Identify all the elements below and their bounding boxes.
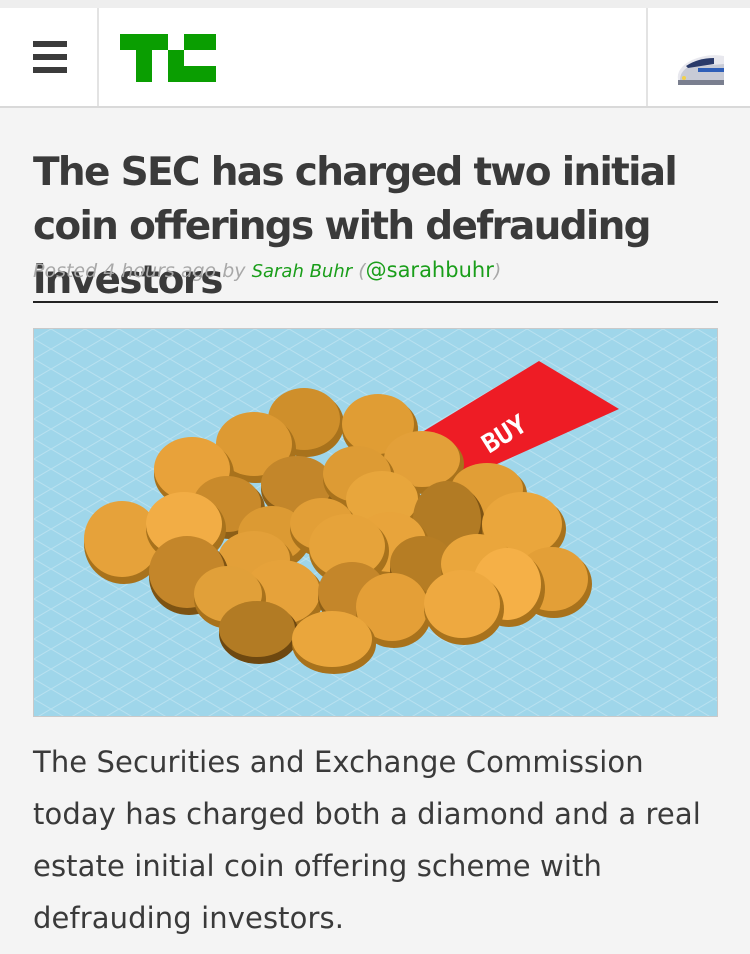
site-header [0,8,750,108]
by-label: by [222,260,246,282]
open-paren: ( [358,260,366,282]
twitter-handle-link[interactable]: @sarahbuhr [366,258,494,282]
bullet-train-emoji-icon [677,55,724,85]
title-divider [33,301,718,303]
status-strip [0,0,750,8]
article-hero-image[interactable]: BUY [33,328,718,717]
techcrunch-logo-icon [120,34,216,82]
menu-button[interactable] [0,8,99,106]
posted-time: 4 hours ago [103,260,217,282]
posted-label: Posted [33,260,98,282]
article-title: The SEC has charged two initial coin off… [33,150,678,303]
article-byline: Posted 4 hours ago by Sarah Buhr (@sarah… [33,258,723,282]
article-body: The Securities and Exchange Commission t… [33,745,701,935]
right-header-button[interactable] [646,8,750,106]
close-paren: ) [493,260,502,282]
techcrunch-logo[interactable] [120,34,216,82]
author-link[interactable]: Sarah Buhr [252,261,353,282]
coin-pile-illustration: BUY [34,329,717,716]
